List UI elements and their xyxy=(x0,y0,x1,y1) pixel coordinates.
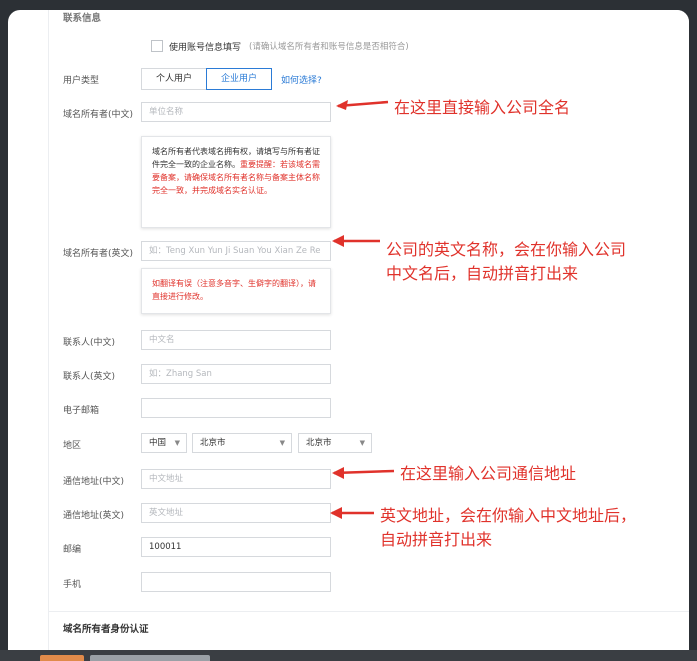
owner-cn-input[interactable]: 单位名称 xyxy=(141,102,331,122)
annotation-address-en-line1: 英文地址，会在你输入中文地址后， xyxy=(380,506,637,525)
annotation-address-en-line2: 自动拼音打出来 xyxy=(380,530,493,549)
owner-en-tooltip: 如翻译有误（注意多音字、生僻字的翻译），请直接进行修改。 xyxy=(141,268,331,314)
phone-input[interactable] xyxy=(141,572,331,592)
contact-cn-label: 联系人(中文) xyxy=(63,338,116,348)
address-cn-label: 通信地址(中文) xyxy=(63,477,125,487)
annotation-address-cn: 在这里输入公司通信地址 xyxy=(400,464,577,483)
owner-cn-tooltip: 域名所有者代表域名拥有权，请填写与所有者证件完全一致的企业名称。重要提醒：若该域… xyxy=(141,136,331,228)
use-account-info-label: 使用账号信息填写 xyxy=(169,43,242,53)
postcode-input[interactable]: 100011 xyxy=(141,537,331,557)
annotation-owner-en-line1: 公司的英文名称，会在你输入公司 xyxy=(386,240,627,259)
taskbar-tab-active xyxy=(40,655,84,661)
region-label: 地区 xyxy=(63,441,82,451)
owner-cn-label: 域名所有者(中文) xyxy=(63,110,134,120)
email-input[interactable] xyxy=(141,398,331,418)
province-value: 北京市 xyxy=(200,438,226,448)
chevron-down-icon: ▼ xyxy=(174,439,180,447)
address-en-label: 通信地址(英文) xyxy=(63,511,125,521)
use-account-info-checkbox[interactable] xyxy=(151,40,163,52)
country-select[interactable]: 中国 ▼ xyxy=(141,433,187,453)
section-title-contact: 联系信息 xyxy=(63,13,102,24)
province-select[interactable]: 北京市 ▼ xyxy=(192,433,292,453)
email-label: 电子邮箱 xyxy=(63,406,100,416)
screenshot-frame: 联系信息 使用账号信息填写 (请确认域名所有者和账号信息是否相符合) 用户类型 … xyxy=(0,0,697,661)
owner-en-label: 域名所有者(英文) xyxy=(63,249,134,259)
city-select[interactable]: 北京市 ▼ xyxy=(298,433,372,453)
user-type-personal-option[interactable]: 个人用户 xyxy=(141,68,207,90)
annotation-owner-en-line2: 中文名后，自动拼音打出来 xyxy=(386,264,579,283)
user-type-enterprise-option[interactable]: 企业用户 xyxy=(206,68,272,90)
how-to-choose-link[interactable]: 如何选择? xyxy=(281,73,322,86)
annotation-arrow-3 xyxy=(332,467,395,479)
contact-cn-input[interactable]: 中文名 xyxy=(141,330,331,350)
chevron-down-icon: ▼ xyxy=(279,439,285,447)
use-account-info-hint: (请确认域名所有者和账号信息是否相符合) xyxy=(249,42,409,52)
chevron-down-icon: ▼ xyxy=(359,439,365,447)
owner-en-input[interactable]: 如：Teng Xun Yun Ji Suan You Xian Ze Re xyxy=(141,241,331,261)
city-value: 北京市 xyxy=(306,438,332,448)
bottom-taskbar-strip xyxy=(0,650,697,661)
section-divider xyxy=(49,611,689,612)
annotation-arrow-1 xyxy=(336,100,389,110)
taskbar-tab xyxy=(90,655,210,661)
annotation-arrow-2 xyxy=(332,235,380,247)
country-value: 中国 xyxy=(149,438,167,448)
contact-en-label: 联系人(英文) xyxy=(63,372,116,382)
owner-en-tip-warning: 如翻译有误（注意多音字、生僻字的翻译），请直接进行修改。 xyxy=(152,279,316,301)
section-title-identity: 域名所有者身份认证 xyxy=(63,624,149,635)
contact-en-input[interactable]: 如：Zhang San xyxy=(141,364,331,384)
address-en-input[interactable]: 英文地址 xyxy=(141,503,331,523)
address-cn-input[interactable]: 中文地址 xyxy=(141,469,331,489)
annotation-owner-cn: 在这里直接输入公司全名 xyxy=(394,98,571,117)
postcode-label: 邮编 xyxy=(63,545,82,555)
user-type-label: 用户类型 xyxy=(63,76,100,86)
annotation-arrow-4 xyxy=(330,507,374,519)
phone-label: 手机 xyxy=(63,580,82,590)
